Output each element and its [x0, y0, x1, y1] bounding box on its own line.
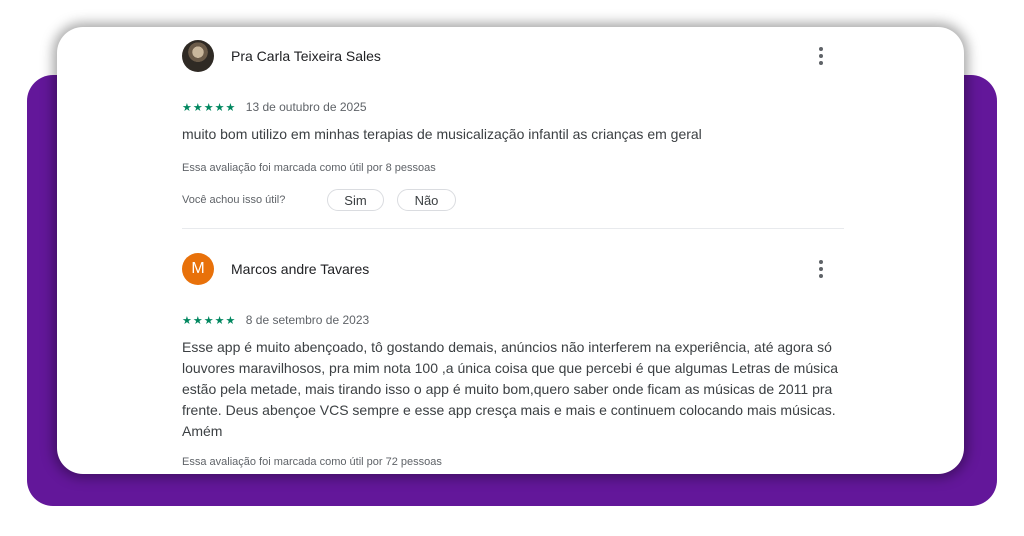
avatar: M [182, 253, 214, 285]
author-name: Marcos andre Tavares [231, 261, 370, 277]
star-rating: ★★★★★ [182, 315, 237, 327]
helpful-no-button[interactable]: Não [397, 189, 456, 211]
review-header: Pra Carla Teixeira Sales [182, 40, 844, 74]
star-rating: ★★★★★ [182, 102, 237, 114]
review-meta: ★★★★★ 8 de setembro de 2023 [182, 311, 369, 329]
feedback-question: Você achou isso útil? [182, 194, 286, 206]
helpful-count: Essa avaliação foi marcada como útil por… [182, 162, 436, 174]
review-item: M Marcos andre Tavares ★★★★★ 8 de setemb… [182, 253, 844, 473]
review-item: Pra Carla Teixeira Sales ★★★★★ 13 de out… [182, 40, 844, 215]
review-date: 8 de setembro de 2023 [245, 313, 370, 327]
feedback-row: Você achou isso útil? Sim Não [182, 189, 582, 213]
avatar [182, 40, 214, 72]
helpful-count: Essa avaliação foi marcada como útil por… [182, 456, 442, 468]
review-date: 13 de outubro de 2025 [245, 100, 367, 114]
helpful-yes-button[interactable]: Sim [327, 189, 384, 211]
divider [182, 228, 844, 229]
review-text: Esse app é muito abençoado, tô gostando … [182, 339, 839, 439]
review-text: muito bom utilizo em minhas terapias de … [182, 126, 702, 142]
author-name: Pra Carla Teixeira Sales [231, 48, 381, 64]
review-meta: ★★★★★ 13 de outubro de 2025 [182, 98, 367, 116]
more-vert-icon[interactable] [809, 257, 833, 281]
reviews-card: Pra Carla Teixeira Sales ★★★★★ 13 de out… [57, 27, 964, 474]
more-vert-icon[interactable] [809, 44, 833, 68]
review-header: M Marcos andre Tavares [182, 253, 844, 287]
